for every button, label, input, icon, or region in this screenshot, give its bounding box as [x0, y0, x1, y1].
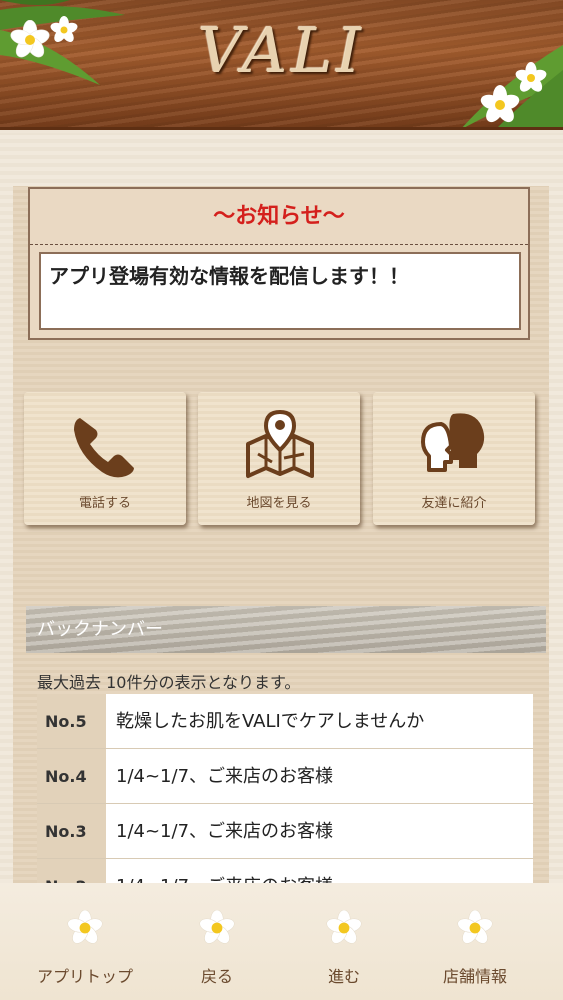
plumeria-flower-icon — [326, 910, 362, 944]
notice-title: ～お知らせ～ — [30, 189, 528, 245]
back-number-list: No.5 乾燥したお肌をVALIでケアしませんか No.4 1/4~1/7、ご来… — [37, 694, 533, 914]
back-number-note: 最大過去 10件分の表示となります。 — [37, 673, 301, 692]
item-number: No.3 — [37, 804, 106, 858]
nav-label: アプリトップ — [36, 967, 133, 986]
notice-box: ～お知らせ～ アプリ登場有効な情報を配信します！！ — [28, 187, 530, 340]
nav-forward[interactable]: 進む — [274, 883, 414, 1000]
nav-store-info[interactable]: 店舗情報 — [405, 883, 545, 1000]
call-button-label: 電話する — [78, 496, 131, 511]
map-pin-icon — [246, 410, 314, 478]
item-number: No.5 — [37, 694, 106, 748]
item-title: 1/4~1/7、ご来店のお客様 — [106, 804, 533, 858]
back-number-heading: バックナンバー — [26, 606, 546, 653]
nav-app-top[interactable]: アプリトップ — [15, 883, 155, 1000]
item-title: 乾燥したお肌をVALIでケアしませんか — [106, 694, 533, 748]
list-item[interactable]: No.4 1/4~1/7、ご来店のお客様 — [37, 749, 533, 804]
call-button[interactable]: 電話する — [24, 392, 186, 525]
nav-label: 戻る — [200, 967, 233, 986]
nav-label: 進む — [327, 967, 360, 986]
share-friends-icon — [421, 413, 485, 472]
share-button-label: 友達に紹介 — [421, 496, 487, 511]
list-item[interactable]: No.3 1/4~1/7、ご来店のお客様 — [37, 804, 533, 859]
phone-icon — [74, 418, 134, 478]
nav-back[interactable]: 戻る — [147, 883, 287, 1000]
plumeria-flower-icon — [457, 910, 493, 944]
plumeria-flower-icon — [67, 910, 103, 944]
share-button[interactable]: 友達に紹介 — [373, 392, 535, 525]
plumeria-flower-icon — [199, 910, 235, 944]
plumeria-flower-icon — [480, 85, 520, 123]
map-button[interactable]: 地図を見る — [198, 392, 360, 525]
map-button-label: 地図を見る — [246, 496, 312, 511]
app-header: VALI — [0, 0, 563, 130]
notice-body: アプリ登場有効な情報を配信します！！ — [39, 252, 521, 330]
nav-label: 店舗情報 — [442, 967, 507, 986]
bottom-nav: アプリトップ 戻る 進む 店舗情報 — [0, 883, 563, 1000]
item-number: No.4 — [37, 749, 106, 803]
item-title: 1/4~1/7、ご来店のお客様 — [106, 749, 533, 803]
list-item[interactable]: No.5 乾燥したお肌をVALIでケアしませんか — [37, 694, 533, 749]
